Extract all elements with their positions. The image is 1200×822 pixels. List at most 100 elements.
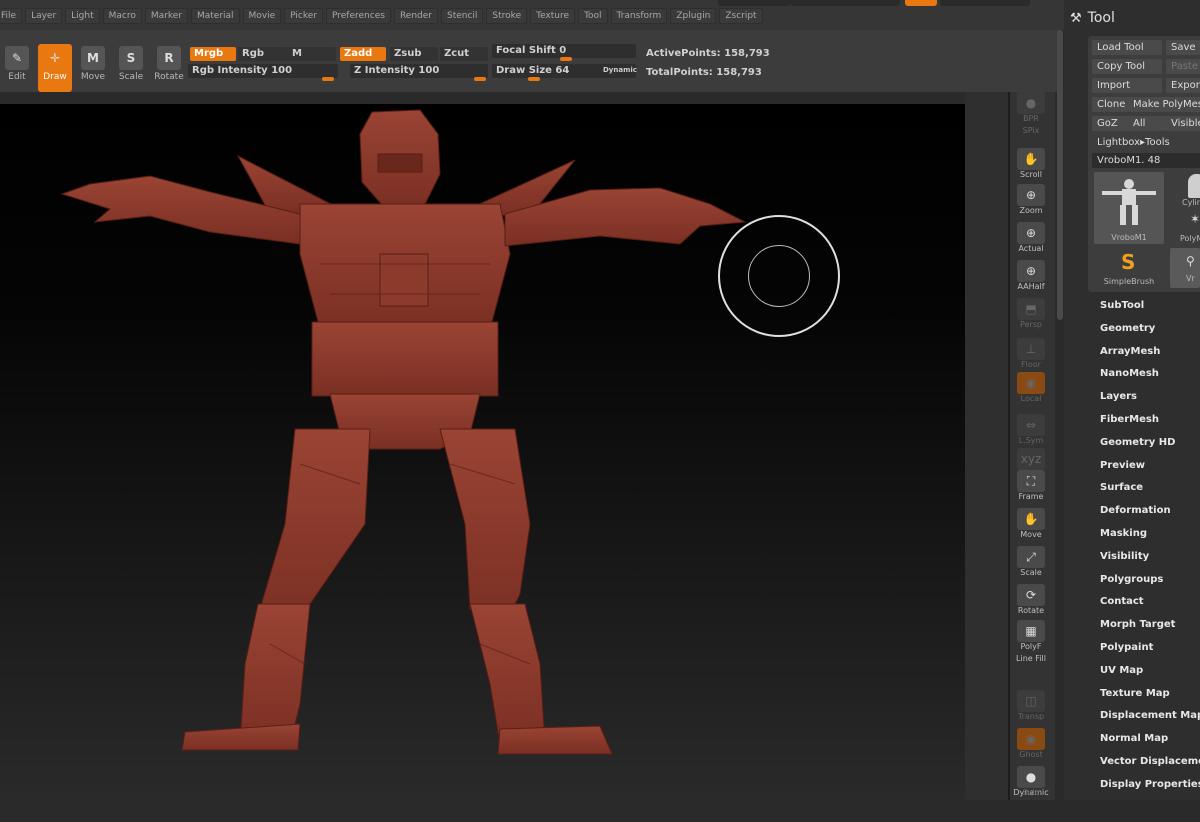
menu-light[interactable]: Light (65, 8, 100, 24)
shelf-ghost[interactable]: ◉ Ghost (1013, 728, 1049, 762)
section-fibermesh[interactable]: FiberMesh (1100, 414, 1159, 425)
menu-tool[interactable]: Tool (578, 8, 608, 24)
shelf-move[interactable]: ✋ Move (1013, 508, 1049, 542)
mrgb-button[interactable]: Mrgb (190, 47, 236, 61)
thumb-label-polymesh: PolyM (1180, 234, 1200, 243)
import-button[interactable]: Import (1092, 78, 1162, 93)
section-surface[interactable]: Surface (1100, 482, 1143, 493)
menu-texture[interactable]: Texture (530, 8, 576, 24)
focal-shift-slider[interactable]: Focal Shift 0 (492, 44, 636, 61)
scale-button[interactable]: S Scale (114, 44, 148, 92)
shelf-zoom[interactable]: ⊕ Zoom (1013, 184, 1049, 218)
tool-palette-title[interactable]: ⚒ Tool (1070, 10, 1115, 26)
shelf-persp[interactable]: ⬒ Persp (1013, 298, 1049, 332)
export-button[interactable]: Export (1166, 78, 1200, 93)
zadd-button[interactable]: Zadd (340, 47, 386, 61)
zsub-button[interactable]: Zsub (390, 47, 438, 61)
menu-layer[interactable]: Layer (25, 8, 63, 24)
shelf-line-fill[interactable]: Line Fill (1013, 654, 1049, 688)
section-displacement-map[interactable]: Displacement Map (1100, 710, 1200, 721)
make-polymesh-button[interactable]: Make PolyMesh (1128, 97, 1200, 112)
menu-zplugin[interactable]: Zplugin (670, 8, 717, 24)
menu-render[interactable]: Render (393, 8, 438, 24)
section-contact[interactable]: Contact (1100, 596, 1144, 607)
section-visibility[interactable]: Visibility (1100, 551, 1149, 562)
current-tool-slider[interactable]: VroboM1. 48 (1092, 153, 1200, 168)
menu-macro[interactable]: Macro (102, 8, 142, 24)
top-slot-slider[interactable] (790, 0, 900, 6)
menu-movie[interactable]: Movie (242, 8, 282, 24)
rgb-intensity-slider[interactable]: Rgb Intensity 100 (188, 64, 338, 81)
tool-thumb-vrobom1[interactable]: VroboM1 (1094, 172, 1164, 244)
tool-thumb-vr[interactable]: ⚲ Vr (1170, 248, 1200, 288)
shelf-floor[interactable]: ⊥ Floor (1013, 338, 1049, 372)
load-tool-button[interactable]: Load Tool (1092, 40, 1162, 55)
edit-button[interactable]: ✎ Edit (0, 44, 34, 92)
menu-zscript[interactable]: Zscript (719, 8, 763, 24)
section-geometry-hd[interactable]: Geometry HD (1100, 437, 1175, 448)
section-display-properties[interactable]: Display Properties (1100, 779, 1200, 790)
draw-button[interactable]: ✛ Draw (38, 44, 72, 92)
section-nanomesh[interactable]: NanoMesh (1100, 368, 1159, 379)
section-polygroups[interactable]: Polygroups (1100, 574, 1163, 585)
menu-marker[interactable]: Marker (144, 8, 188, 24)
shelf-solo[interactable]: Solo (1013, 788, 1049, 822)
section-preview[interactable]: Preview (1100, 460, 1145, 471)
section-vector-displacement[interactable]: Vector Displacement (1100, 756, 1200, 767)
top-slot-active[interactable] (905, 0, 937, 6)
menu-picker[interactable]: Picker (284, 8, 323, 24)
shelf-bpr[interactable]: ● BPR (1013, 92, 1049, 126)
tool-thumb-cylinder[interactable]: Cylin ✶ PolyM (1170, 172, 1200, 244)
rgb-intensity-knob[interactable] (322, 77, 334, 81)
menu-file[interactable]: File (0, 8, 23, 24)
shelf-local[interactable]: ◉ Local (1013, 372, 1049, 406)
section-texture-map[interactable]: Texture Map (1100, 688, 1170, 699)
shelf-rotate[interactable]: ⟳ Rotate (1013, 584, 1049, 618)
menu-stencil[interactable]: Stencil (440, 8, 484, 24)
z-intensity-slider[interactable]: Z Intensity 100 (350, 64, 488, 81)
shelf-aahalf[interactable]: ⊕ AAHalf (1013, 260, 1049, 294)
tray-scrollbar[interactable] (1057, 30, 1063, 320)
tool-thumb-simplebrush[interactable]: S SimpleBrush (1094, 248, 1164, 288)
dynamic-button[interactable]: Dynamic (603, 66, 637, 74)
section-normal-map[interactable]: Normal Map (1100, 733, 1168, 744)
focal-shift-knob[interactable] (560, 57, 572, 61)
shelf-scroll[interactable]: ✋ Scroll (1013, 148, 1049, 182)
rotate-button[interactable]: R Rotate (152, 44, 186, 92)
shelf-scale[interactable]: ⤢ Scale (1013, 546, 1049, 580)
menu-material[interactable]: Material (190, 8, 240, 24)
canvas-viewport[interactable] (0, 104, 1010, 800)
section-deformation[interactable]: Deformation (1100, 505, 1171, 516)
menu-transform[interactable]: Transform (610, 8, 668, 24)
shelf-l-sym[interactable]: ⇔ L.Sym (1013, 414, 1049, 448)
section-subtool[interactable]: SubTool (1100, 300, 1144, 311)
clone-button[interactable]: Clone (1092, 97, 1130, 112)
m-button[interactable]: M (288, 47, 336, 61)
section-morph-target[interactable]: Morph Target (1100, 619, 1175, 630)
zcut-button[interactable]: Zcut (440, 47, 488, 61)
paste-button[interactable]: Paste (1166, 59, 1200, 74)
menu-stroke[interactable]: Stroke (486, 8, 528, 24)
section-uv-map[interactable]: UV Map (1100, 665, 1143, 676)
rgb-button[interactable]: Rgb (238, 47, 288, 61)
lightbox-tools-button[interactable]: Lightbox▸Tools (1092, 135, 1200, 150)
section-masking[interactable]: Masking (1100, 528, 1147, 539)
section-polypaint[interactable]: Polypaint (1100, 642, 1153, 653)
section-layers[interactable]: Layers (1100, 391, 1137, 402)
shelf-frame[interactable]: ⛶ Frame (1013, 470, 1049, 504)
shelf-actual[interactable]: ⊕ Actual (1013, 222, 1049, 256)
draw-size-knob[interactable] (528, 77, 540, 81)
section-arraymesh[interactable]: ArrayMesh (1100, 346, 1160, 357)
shelf-transp[interactable]: ◫ Transp (1013, 690, 1049, 724)
save-button[interactable]: Save (1166, 40, 1200, 55)
shelf-polyf[interactable]: ▦ PolyF (1013, 620, 1049, 654)
goz-button[interactable]: GoZ (1092, 116, 1130, 131)
copy-tool-button[interactable]: Copy Tool (1092, 59, 1162, 74)
section-geometry[interactable]: Geometry (1100, 323, 1155, 334)
visible-button[interactable]: Visible (1166, 116, 1200, 131)
menu-preferences[interactable]: Preferences (326, 8, 391, 24)
z-intensity-knob[interactable] (474, 77, 486, 81)
frame-icon: ⛶ (1017, 470, 1045, 492)
move-button[interactable]: M Move (76, 44, 110, 92)
all-button[interactable]: All (1128, 116, 1166, 131)
